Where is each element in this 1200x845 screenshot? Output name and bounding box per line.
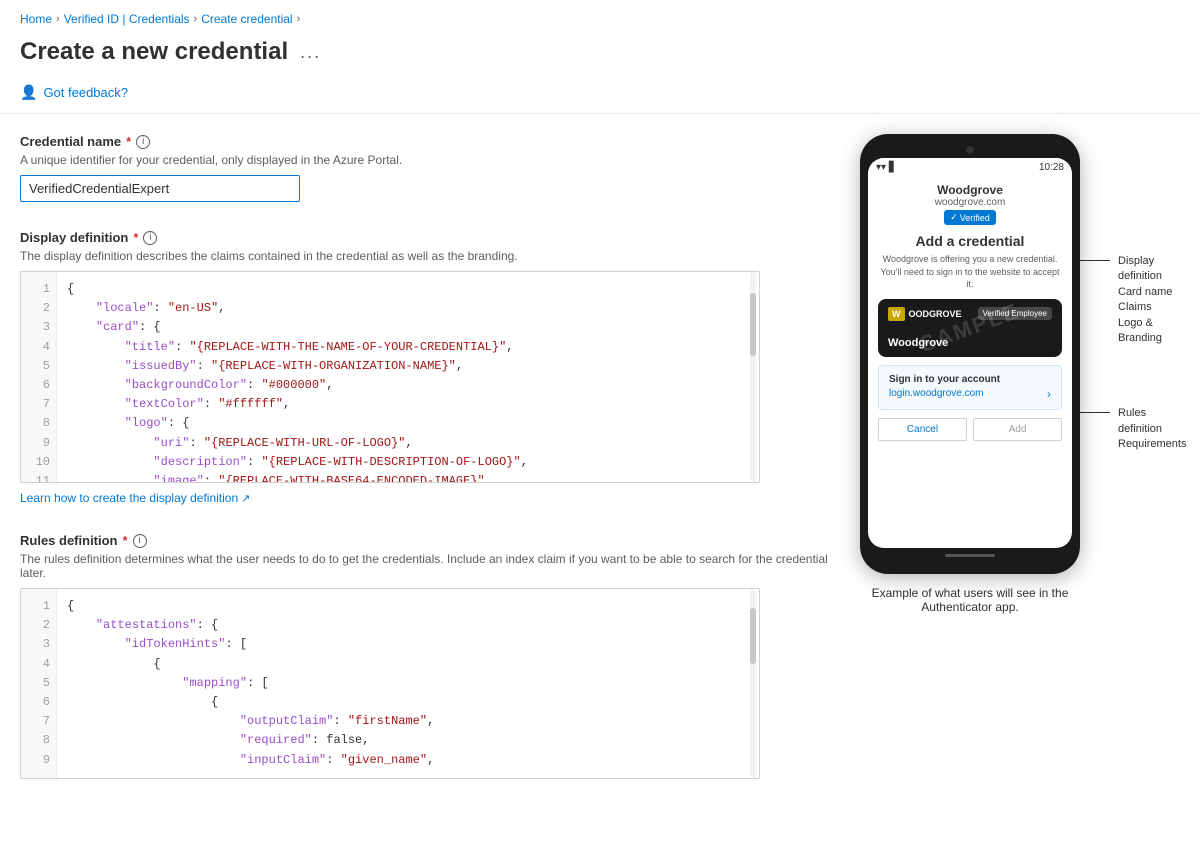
- scrollbar[interactable]: [747, 272, 759, 482]
- sign-in-link[interactable]: login.woodgrove.com: [889, 388, 984, 399]
- rules-definition-section: Rules definition * i The rules definitio…: [20, 533, 840, 779]
- display-definition-code[interactable]: { "locale": "en-US", "card": { "title": …: [57, 272, 759, 482]
- credential-card-header: W OODGROVE Verified Employee: [888, 307, 1052, 321]
- verified-checkmark: ✓: [950, 212, 958, 223]
- phone-buttons: Cancel Add: [878, 418, 1062, 441]
- display-definition-line-numbers: 1234567891011: [21, 272, 57, 482]
- form-area: Credential name * i A unique identifier …: [20, 134, 840, 807]
- phone-container: ▾▾ ▋ 10:28 Woodgrove woodgrove.com ✓: [860, 134, 1080, 614]
- phone-subtext: Woodgrove is offering you a new credenti…: [878, 253, 1062, 291]
- phone-screen: ▾▾ ▋ 10:28 Woodgrove woodgrove.com ✓: [868, 158, 1072, 548]
- ellipsis-menu-button[interactable]: ...: [296, 40, 325, 65]
- phone-camera: [966, 146, 974, 154]
- annotation-line-1: [1080, 260, 1110, 261]
- phone-issuer-name: Woodgrove: [878, 183, 1062, 197]
- breadcrumb-sep-2: ›: [194, 13, 198, 25]
- phone-issuer: Woodgrove woodgrove.com ✓ Verified: [878, 183, 1062, 227]
- credential-name-label: Credential name * i: [20, 134, 840, 149]
- credential-name-input[interactable]: [20, 175, 300, 202]
- logo-text: OODGROVE: [909, 309, 962, 319]
- annotation-lines: Display definitionCard nameClaimsLogo &B…: [1080, 134, 1186, 453]
- phone-bottom-bar: [945, 554, 995, 557]
- page-title: Create a new credential: [20, 38, 288, 66]
- rules-definition-info-icon[interactable]: i: [133, 534, 147, 548]
- phone-status-bar: ▾▾ ▋ 10:28: [868, 158, 1072, 175]
- credential-logo: W OODGROVE: [888, 307, 962, 321]
- credential-name-description: A unique identifier for your credential,…: [20, 153, 840, 167]
- verified-label: Verified: [960, 213, 990, 223]
- breadcrumb-sep-3: ›: [297, 13, 301, 25]
- external-link-icon: ↗: [241, 492, 250, 505]
- display-definition-required: *: [133, 230, 138, 245]
- phone-signal-icons: ▾▾ ▋: [876, 162, 897, 173]
- sign-in-arrow: ›: [1047, 387, 1051, 401]
- main-content: Credential name * i A unique identifier …: [0, 114, 1200, 827]
- learn-display-definition-link[interactable]: Learn how to create the display definiti…: [20, 491, 250, 505]
- feedback-icon: 👤: [20, 84, 37, 101]
- credential-badge: Verified Employee: [978, 307, 1052, 320]
- sign-in-text: Sign in to your account: [889, 374, 1051, 385]
- annotation-line-2: [1080, 412, 1110, 413]
- rules-definition-editor[interactable]: 123456789 { "attestations": { "idTokenHi…: [20, 588, 760, 779]
- phone-add-button[interactable]: Add: [973, 418, 1062, 441]
- breadcrumb-verified-id[interactable]: Verified ID | Credentials: [64, 12, 190, 26]
- annotation-rules-definition: Rules definitionRequirements: [1080, 406, 1186, 452]
- page-header: Create a new credential ...: [0, 34, 1200, 76]
- rules-definition-description: The rules definition determines what the…: [20, 552, 840, 580]
- breadcrumb: Home › Verified ID | Credentials › Creat…: [0, 0, 1200, 34]
- rules-definition-label: Rules definition * i: [20, 533, 840, 548]
- verified-badge: ✓ Verified: [944, 210, 996, 225]
- credential-name-label-text: Credential name: [20, 134, 121, 149]
- phone-frame: ▾▾ ▋ 10:28 Woodgrove woodgrove.com ✓: [860, 134, 1080, 574]
- phone-issuer-domain: woodgrove.com: [878, 197, 1062, 208]
- annotation-text-1: Display definitionCard nameClaimsLogo &B…: [1118, 254, 1186, 346]
- phone-caption: Example of what users will see in the Au…: [860, 586, 1080, 614]
- logo-w: W: [888, 307, 905, 321]
- phone-heading: Add a credential: [878, 233, 1062, 249]
- annotation-text-2: Rules definitionRequirements: [1118, 406, 1186, 452]
- phone-cancel-button[interactable]: Cancel: [878, 418, 967, 441]
- rules-definition-code[interactable]: { "attestations": { "idTokenHints": [ { …: [57, 589, 759, 778]
- display-definition-editor[interactable]: 1234567891011 { "locale": "en-US", "card…: [20, 271, 760, 483]
- phone-time: 10:28: [1039, 162, 1064, 173]
- display-definition-info-icon[interactable]: i: [143, 231, 157, 245]
- preview-area: ▾▾ ▋ 10:28 Woodgrove woodgrove.com ✓: [860, 134, 1180, 807]
- feedback-link[interactable]: Got feedback?: [43, 85, 128, 100]
- breadcrumb-create-credential[interactable]: Create credential: [201, 12, 292, 26]
- phone-with-annotations: ▾▾ ▋ 10:28 Woodgrove woodgrove.com ✓: [860, 134, 1180, 614]
- display-definition-section: Display definition * i The display defin…: [20, 230, 840, 505]
- sign-in-section: Sign in to your account login.woodgrove.…: [878, 365, 1062, 410]
- display-definition-description: The display definition describes the cla…: [20, 249, 840, 263]
- credential-name-info-icon[interactable]: i: [136, 135, 150, 149]
- display-definition-label-text: Display definition: [20, 230, 128, 245]
- credential-name-required: *: [126, 134, 131, 149]
- display-definition-label: Display definition * i: [20, 230, 840, 245]
- rules-definition-label-text: Rules definition: [20, 533, 118, 548]
- annotation-display-definition: Display definitionCard nameClaimsLogo &B…: [1080, 254, 1186, 346]
- rules-scrollbar[interactable]: [747, 589, 759, 778]
- rules-definition-required: *: [123, 533, 128, 548]
- credential-name-section: Credential name * i A unique identifier …: [20, 134, 840, 202]
- credential-card-issuer: Woodgrove: [888, 337, 1052, 349]
- feedback-bar[interactable]: 👤 Got feedback?: [0, 76, 1200, 114]
- breadcrumb-home[interactable]: Home: [20, 12, 52, 26]
- phone-content: Woodgrove woodgrove.com ✓ Verified: [868, 175, 1072, 449]
- breadcrumb-sep-1: ›: [56, 13, 60, 25]
- credential-card: W OODGROVE Verified Employee Woodgrove S…: [878, 299, 1062, 357]
- rules-definition-line-numbers: 123456789: [21, 589, 57, 778]
